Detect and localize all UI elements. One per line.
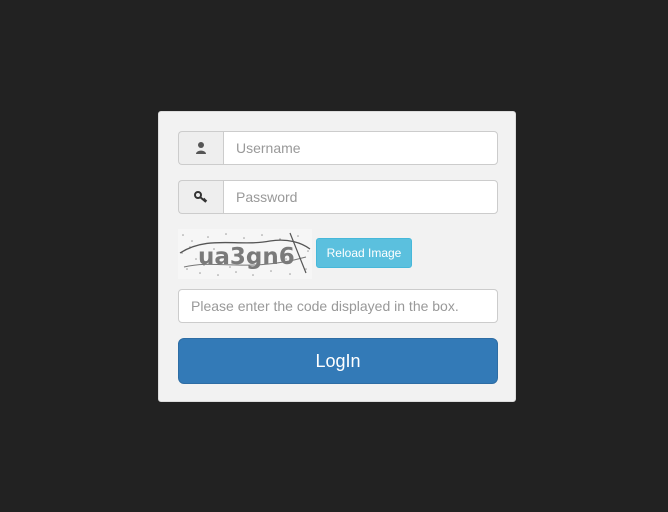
key-icon xyxy=(194,191,208,203)
user-icon xyxy=(196,142,206,154)
password-group xyxy=(178,180,498,214)
username-input[interactable] xyxy=(223,131,498,165)
password-addon xyxy=(178,180,223,214)
login-panel: ua3gn6 Reload Image LogIn xyxy=(158,111,516,402)
captcha-code-input[interactable] xyxy=(178,289,498,323)
captcha-image: ua3gn6 xyxy=(178,229,312,279)
login-button[interactable]: LogIn xyxy=(178,338,498,384)
username-addon xyxy=(178,131,223,165)
reload-image-button[interactable]: Reload Image xyxy=(316,238,412,268)
password-input[interactable] xyxy=(223,180,498,214)
username-group xyxy=(178,131,498,165)
captcha-graphic: ua3gn6 xyxy=(178,229,312,279)
captcha-text: ua3gn6 xyxy=(198,244,295,270)
